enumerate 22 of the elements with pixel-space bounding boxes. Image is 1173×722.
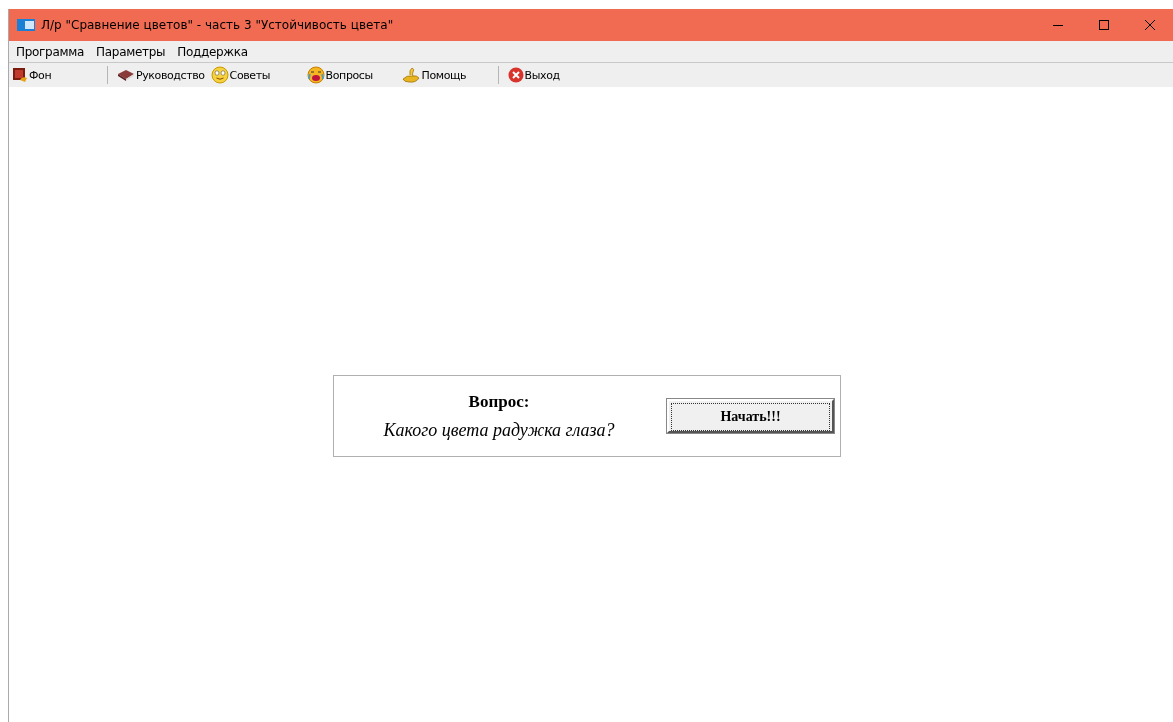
question-text: Какого цвета радужка глаза?: [383, 419, 615, 441]
picture-icon: [12, 67, 28, 83]
app-icon: [17, 19, 35, 31]
toolbar-button[interactable]: Вопросы: [303, 64, 398, 86]
menu-item[interactable]: Параметры: [91, 44, 173, 59]
toolbar-button[interactable]: Фон: [9, 64, 101, 86]
menu-item[interactable]: Поддержка: [172, 44, 255, 59]
toolbar-button[interactable]: Выход: [504, 64, 563, 86]
start-button[interactable]: Начать!!!: [667, 399, 834, 433]
crying-face-icon: [306, 66, 325, 84]
close-icon: [1145, 20, 1155, 30]
toolbar-button[interactable]: Помощь: [397, 64, 492, 86]
menu-item[interactable]: Программа: [11, 44, 92, 59]
question-heading: Вопрос:: [468, 391, 530, 412]
book-icon: [117, 68, 135, 82]
hand-icon: [400, 66, 421, 84]
toolbar-button[interactable]: Руководство: [114, 64, 208, 86]
exit-icon: [507, 67, 524, 83]
window-title: Л/р "Сравнение цветов" - часть 3 "Устойчивость цвета": [41, 18, 394, 32]
toolbar-button[interactable]: Советы: [207, 64, 304, 86]
maximize-icon: [1099, 20, 1109, 30]
smiley-icon: [210, 66, 229, 84]
